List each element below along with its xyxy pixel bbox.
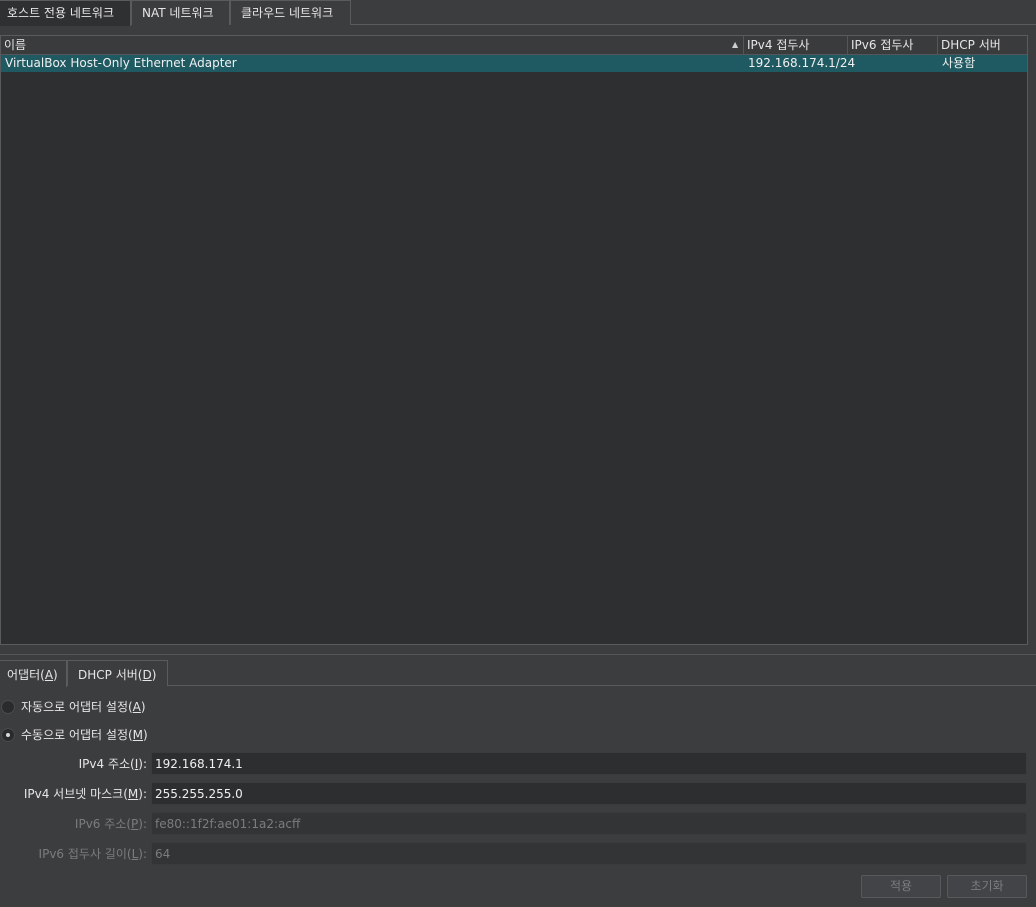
radio-dot-icon xyxy=(6,733,10,737)
ipv4-address-field[interactable] xyxy=(151,752,1027,775)
tab-cloud-network[interactable]: 클라우드 네트워크 xyxy=(230,0,351,25)
column-header-ipv6[interactable]: IPv6 접두사 xyxy=(848,36,938,55)
list-header: 이름 ▲ IPv4 접두사 IPv6 접두사 DHCP 서버 xyxy=(1,36,1027,55)
network-list[interactable]: 이름 ▲ IPv4 접두사 IPv6 접두사 DHCP 서버 VirtualBo… xyxy=(0,35,1028,645)
ipv4-mask-label: IPv4 서브넷 마스크(M): xyxy=(23,787,147,801)
details-tabs: 어댑터(A) DHCP 서버(D) xyxy=(0,660,1036,687)
tab-label: 클라우드 네트워크 xyxy=(241,6,334,20)
ipv6-address-label: IPv6 주소(P): xyxy=(74,817,147,831)
table-row[interactable]: VirtualBox Host-Only Ethernet Adapter 19… xyxy=(1,55,1027,72)
row-ipv6 xyxy=(848,55,852,72)
ipv6-address-field xyxy=(151,812,1027,835)
splitter-handle[interactable] xyxy=(0,654,1036,655)
tab-label: NAT 네트워크 xyxy=(142,6,214,20)
apply-button[interactable]: 적용 xyxy=(861,875,941,898)
row-dhcp: 사용함 xyxy=(942,56,976,70)
tab-nat-network[interactable]: NAT 네트워크 xyxy=(131,0,230,25)
reset-button[interactable]: 초기화 xyxy=(947,875,1027,898)
tab-label: 호스트 전용 네트워크 xyxy=(7,6,114,20)
sort-ascending-icon: ▲ xyxy=(732,40,739,49)
column-header-dhcp[interactable]: DHCP 서버 xyxy=(938,36,1027,55)
ipv4-mask-field[interactable] xyxy=(151,782,1027,805)
radio-button-unchecked[interactable] xyxy=(1,700,15,714)
tab-host-only-network[interactable]: 호스트 전용 네트워크 xyxy=(0,0,131,26)
ipv6-prefix-field xyxy=(151,842,1027,865)
column-header-ipv4[interactable]: IPv4 접두사 xyxy=(744,36,848,55)
row-name: VirtualBox Host-Only Ethernet Adapter xyxy=(5,56,237,70)
row-ipv4: 192.168.174.1/24 xyxy=(748,56,856,70)
ipv4-address-label: IPv4 주소(I): xyxy=(78,757,147,771)
ipv6-prefix-label: IPv6 접두사 길이(L): xyxy=(38,847,147,861)
column-header-name[interactable]: 이름 xyxy=(1,36,744,55)
tab-dhcp-server[interactable]: DHCP 서버(D) xyxy=(67,660,168,686)
radio-button-checked[interactable] xyxy=(1,728,15,742)
network-type-tabs: 호스트 전용 네트워크 NAT 네트워크 클라우드 네트워크 xyxy=(0,0,1036,26)
tab-adapter[interactable]: 어댑터(A) xyxy=(0,660,67,687)
